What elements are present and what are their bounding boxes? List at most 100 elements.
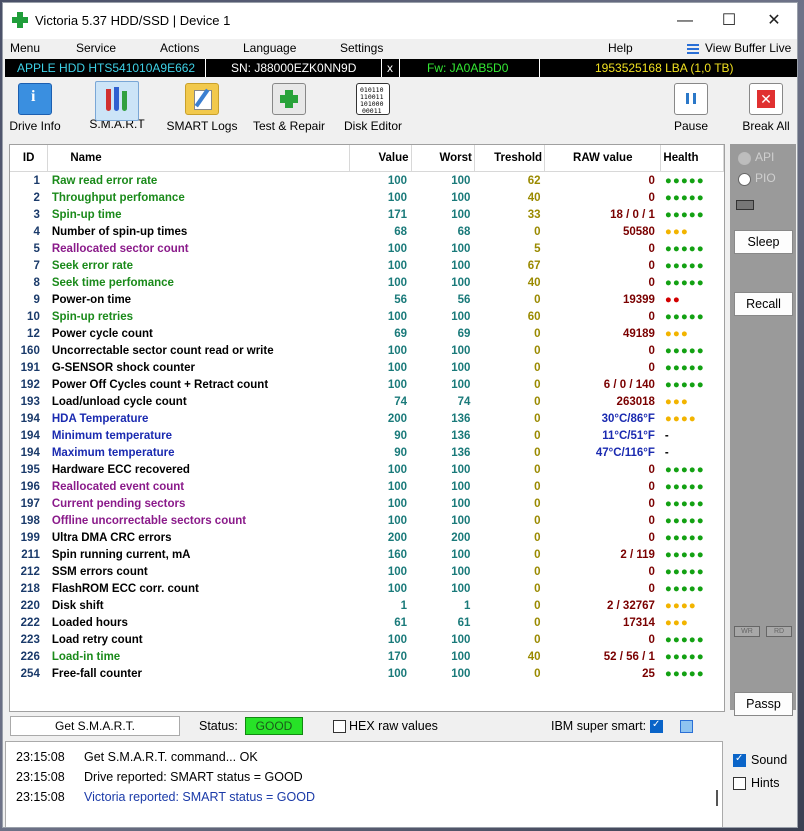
sleep-button[interactable]: Sleep [734,230,793,254]
break-all-button[interactable]: ✕ Break All [739,83,793,133]
table-row[interactable]: 198 Offline uncorrectable sectors count 10… [10,512,724,529]
table-cell-id: 191 [20,361,40,374]
smart-logs-button[interactable]: SMART Logs [165,83,239,133]
table-cell-raw: 0 [648,174,655,187]
table-row[interactable]: 10 Spin-up retries 100 100 60 0 ●●●●● [10,308,724,325]
table-row[interactable]: 199 Ultra DMA CRC errors 200 200 0 0 ●●●●● [10,529,724,546]
table-cell-value: 200 [387,412,408,425]
col-value[interactable]: Value [349,145,412,172]
device-close-icon[interactable]: x [387,61,393,75]
hints-checkbox[interactable] [733,777,746,790]
menu-settings[interactable]: Settings [340,41,383,55]
table-cell-name: Reallocated event count [51,480,185,493]
table-cell-name: SSM errors count [51,565,148,578]
table-cell-threshold: 0 [534,667,541,680]
minimize-button[interactable]: — [663,7,707,35]
menu-language[interactable]: Language [243,41,296,55]
col-health[interactable]: Health [660,145,724,172]
wr-button[interactable]: WR [734,626,760,637]
table-row[interactable]: 197 Current pending sectors 100 100 0 0 ●●●●● [10,495,724,512]
table-cell-threshold: 40 [527,191,541,204]
table-row[interactable]: 9 Power-on time 56 56 0 19399 ●● [10,291,724,308]
view-buffer-live[interactable]: View Buffer Live [705,41,791,55]
table-row[interactable]: 195 Hardware ECC recovered 100 100 0 0 ●●●●● [10,461,724,478]
disk-editor-button[interactable]: 010110 110011 101000 00011 Disk Editor [339,83,407,133]
table-cell-threshold: 0 [534,327,541,340]
table-cell-threshold: 0 [534,395,541,408]
table-row[interactable]: 2 Throughput perfomance 100 100 40 0 ●●●●● [10,189,724,206]
table-row[interactable]: 7 Seek error rate 100 100 67 0 ●●●●● [10,257,724,274]
table-cell-id: 195 [20,463,40,476]
table-cell-raw: 0 [648,276,655,289]
table-row[interactable]: 12 Power cycle count 69 69 0 49189 ●●● [10,325,724,342]
table-row[interactable]: 194 Minimum temperature 90 136 0 11°C/51°F - [10,427,724,444]
api-radio[interactable] [738,152,751,165]
sound-checkbox[interactable] [733,753,746,767]
table-cell-name: Current pending sectors [51,497,186,510]
table-cell-id: 223 [20,633,40,646]
table-row[interactable]: 191 G-SENSOR shock counter 100 100 0 0 ●●●●● [10,359,724,376]
table-row[interactable]: 160 Uncorrectable sector count read or wr… [10,342,724,359]
table-row[interactable]: 220 Disk shift 1 1 0 2 / 32767 ●●●● [10,597,724,614]
table-cell-id: 5 [33,242,40,255]
table-cell-name: Disk shift [51,599,104,612]
table-cell-raw: 0 [648,582,655,595]
test-repair-button[interactable]: Test & Repair [250,83,328,133]
table-cell-id: 218 [20,582,40,595]
table-row[interactable]: 212 SSM errors count 100 100 0 0 ●●●●● [10,563,724,580]
table-cell-raw: 18 / 0 / 1 [610,208,655,221]
recall-button[interactable]: Recall [734,292,793,316]
table-row[interactable]: 196 Reallocated event count 100 100 0 0 ●●●●● [10,478,724,495]
get-smart-button[interactable]: Get S.M.A.R.T. [10,716,180,736]
table-row[interactable]: 194 Maximum temperature 90 136 0 47°C/116°F - [10,444,724,461]
hex-raw-checkbox[interactable] [333,720,346,733]
table-cell-worst: 100 [451,514,471,527]
maximize-button[interactable]: ☐ [707,7,751,35]
table-row[interactable]: 3 Spin-up time 171 100 33 18 / 0 / 1 ●●●●● [10,206,724,223]
table-row[interactable]: 193 Load/unload cycle count 74 74 0 263018 ●●● [10,393,724,410]
table-cell-raw: 0 [648,514,655,527]
menu-service[interactable]: Service [76,41,116,55]
table-row[interactable]: 211 Spin running current, mA 160 100 0 2 / 11… [10,546,724,563]
drive-info-button[interactable]: i Drive Info [7,83,63,133]
passp-button[interactable]: Passp [734,692,793,716]
table-row[interactable]: 192 Power Off Cycles count + Retract coun… [10,376,724,393]
table-row[interactable]: 4 Number of spin-up times 68 68 0 50580 ●●● [10,223,724,240]
table-row[interactable]: 222 Loaded hours 61 61 0 17314 ●●● [10,614,724,631]
table-cell-raw: 2 / 119 [620,548,655,561]
table-cell-value: 170 [387,650,408,663]
col-id[interactable]: ID [10,145,49,172]
col-raw[interactable]: RAW value [544,145,662,172]
col-worst[interactable]: Worst [411,145,475,172]
table-cell-value: 100 [387,361,408,374]
table-row[interactable]: 254 Free-fall counter 100 100 0 25 ●●●●● [10,665,724,682]
ibm-smart-label: IBM super smart: [551,719,647,733]
table-row[interactable]: 223 Load retry count 100 100 0 0 ●●●●● [10,631,724,648]
table-row[interactable]: 8 Seek time perfomance 100 100 40 0 ●●●●● [10,274,724,291]
table-cell-name: Number of spin-up times [51,225,188,238]
table-row[interactable]: 218 FlashROM ECC corr. count 100 100 0 0 ●●●●● [10,580,724,597]
color-swatch[interactable] [680,720,693,733]
menu-menu[interactable]: Menu [10,41,40,55]
table-cell-value: 171 [387,208,408,221]
pio-radio[interactable] [738,173,751,186]
rd-button[interactable]: RD [766,626,792,637]
table-row[interactable]: 226 Load-in time 170 100 40 52 / 56 / 1 ●●●●● [10,648,724,665]
table-cell-health: ●●●●● [664,582,705,595]
table-row[interactable]: 194 HDA Temperature 200 136 0 30°C/86°F ●●●● [10,410,724,427]
table-cell-health: ●●●●● [664,208,705,221]
ibm-smart-checkbox[interactable] [650,719,663,733]
menu-actions[interactable]: Actions [160,41,199,55]
pause-button[interactable]: Pause [669,83,713,133]
table-cell-threshold: 0 [534,429,541,442]
smart-button[interactable]: S.M.A.R.T [87,81,147,131]
menu-help[interactable]: Help [608,41,633,55]
log-scrollbar[interactable] [716,790,718,806]
table-cell-worst: 100 [451,242,471,255]
col-name[interactable]: Name [47,145,351,172]
table-row[interactable]: 5 Reallocated sector count 100 100 5 0 ●●●●● [10,240,724,257]
table-cell-worst: 100 [451,344,471,357]
table-row[interactable]: 1 Raw read error rate 100 100 62 0 ●●●●● [10,172,724,190]
col-threshold[interactable]: Treshold [474,145,546,172]
close-button[interactable]: ✕ [752,7,796,35]
